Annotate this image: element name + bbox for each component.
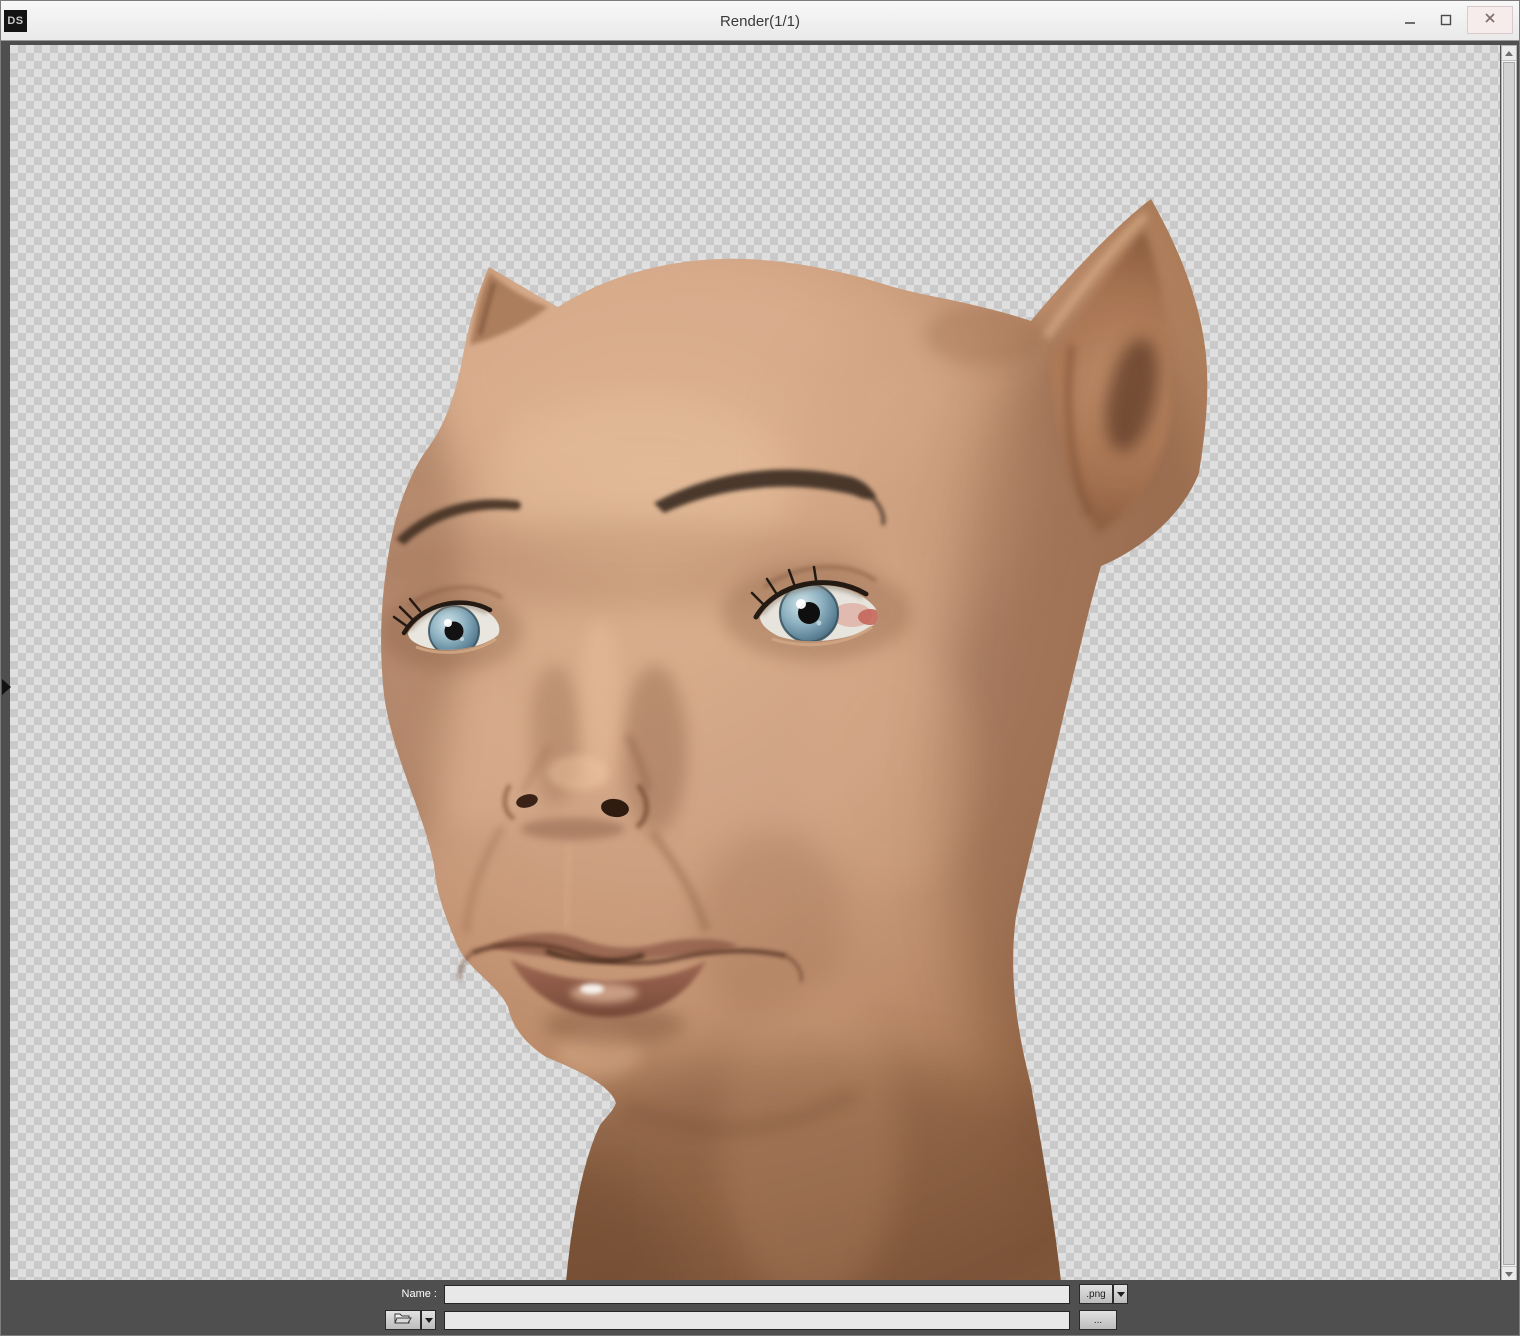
- close-button[interactable]: [1467, 6, 1513, 34]
- maximize-icon: [1440, 14, 1452, 26]
- minimize-icon: [1404, 14, 1416, 26]
- chevron-down-icon: [425, 1318, 433, 1323]
- window-controls: [1395, 6, 1513, 34]
- format-button-label: .png: [1086, 1289, 1105, 1300]
- open-folder-icon: [394, 1312, 412, 1328]
- maximize-button[interactable]: [1431, 6, 1461, 34]
- titlebar: DS Render(1/1): [1, 1, 1519, 41]
- path-input[interactable]: [444, 1311, 1070, 1330]
- folder-dropdown-button[interactable]: [421, 1310, 436, 1330]
- format-button[interactable]: .png: [1079, 1284, 1113, 1304]
- window-title: Render(1/1): [1, 1, 1519, 41]
- splitter-arrow-icon[interactable]: [2, 679, 11, 695]
- footer-row-name: Name : .png: [1, 1282, 1519, 1306]
- render-image: [10, 45, 1500, 1282]
- name-label: Name :: [337, 1288, 437, 1300]
- arrow-up-icon: [1505, 51, 1513, 56]
- name-input[interactable]: [444, 1285, 1070, 1304]
- browse-button-label: ...: [1094, 1315, 1102, 1326]
- footer-row-path: ...: [1, 1308, 1519, 1332]
- footer-bar: Name : .png .: [1, 1280, 1519, 1335]
- chevron-down-icon: [1117, 1292, 1125, 1297]
- folder-button[interactable]: [385, 1310, 421, 1330]
- format-dropdown-button[interactable]: [1113, 1284, 1128, 1304]
- close-icon: [1484, 11, 1496, 29]
- render-window: DS Render(1/1): [0, 0, 1520, 1336]
- arrow-down-icon: [1505, 1272, 1513, 1277]
- scroll-down-button[interactable]: [1502, 1266, 1516, 1281]
- vertical-scrollbar[interactable]: [1501, 45, 1517, 1282]
- scroll-up-button[interactable]: [1502, 46, 1516, 61]
- scrollbar-thumb[interactable]: [1503, 62, 1515, 1265]
- browse-button[interactable]: ...: [1079, 1310, 1117, 1330]
- minimize-button[interactable]: [1395, 6, 1425, 34]
- render-canvas[interactable]: [10, 45, 1500, 1282]
